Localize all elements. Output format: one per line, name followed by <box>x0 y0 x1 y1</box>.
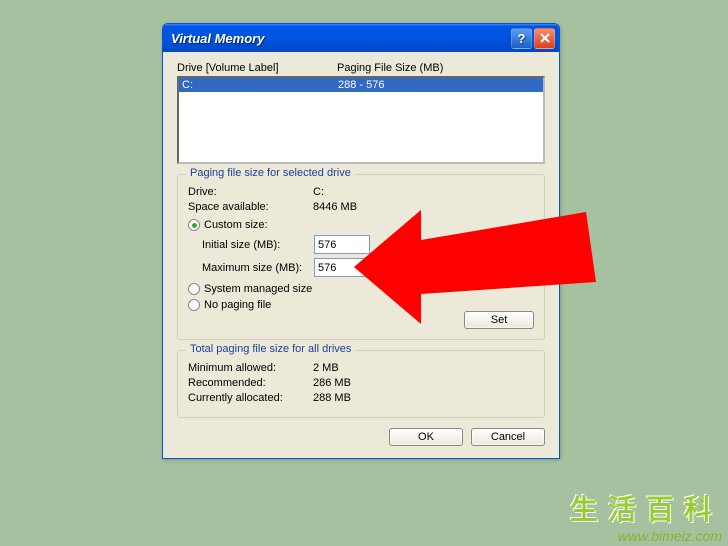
virtual-memory-dialog: Virtual Memory ? Drive [Volume Label] Pa… <box>162 23 560 459</box>
currently-allocated-label: Currently allocated: <box>188 392 313 404</box>
currently-allocated-value: 288 MB <box>313 392 351 404</box>
no-paging-radio[interactable]: No paging file <box>188 299 534 311</box>
watermark-text: 生活百科 <box>570 488 722 528</box>
selected-drive-group: Paging file size for selected drive Driv… <box>177 174 545 340</box>
titlebar[interactable]: Virtual Memory ? <box>163 24 559 52</box>
initial-size-label: Initial size (MB): <box>202 239 314 251</box>
footer-buttons: OK Cancel <box>177 428 545 446</box>
system-managed-label: System managed size <box>204 283 312 295</box>
ok-button[interactable]: OK <box>389 428 463 446</box>
list-item[interactable]: C: 288 - 576 <box>179 78 543 92</box>
total-legend: Total paging file size for all drives <box>186 343 355 355</box>
custom-size-label: Custom size: <box>204 219 268 231</box>
recommended-label: Recommended: <box>188 377 313 389</box>
help-button[interactable]: ? <box>511 28 532 49</box>
custom-size-radio[interactable]: Custom size: <box>188 219 534 231</box>
set-button[interactable]: Set <box>464 311 534 329</box>
maximum-size-label: Maximum size (MB): <box>202 262 314 274</box>
selected-drive-legend: Paging file size for selected drive <box>186 167 355 179</box>
space-available-label: Space available: <box>188 201 313 213</box>
row-drive: C: <box>182 79 338 91</box>
close-button[interactable] <box>534 28 555 49</box>
maximum-size-input[interactable] <box>314 258 370 277</box>
space-available-value: 8446 MB <box>313 201 357 213</box>
radio-icon <box>188 219 200 231</box>
drive-list-headers: Drive [Volume Label] Paging File Size (M… <box>177 62 545 74</box>
header-drive: Drive [Volume Label] <box>177 62 337 74</box>
radio-icon <box>188 299 200 311</box>
total-group: Total paging file size for all drives Mi… <box>177 350 545 418</box>
initial-size-input[interactable] <box>314 235 370 254</box>
drive-listbox[interactable]: C: 288 - 576 <box>177 76 545 164</box>
row-size: 288 - 576 <box>338 79 384 91</box>
drive-label: Drive: <box>188 186 313 198</box>
drive-value: C: <box>313 186 324 198</box>
watermark-url: www.bimeiz.com <box>570 528 722 544</box>
watermark: 生活百科 www.bimeiz.com <box>570 488 722 544</box>
close-icon <box>540 33 550 43</box>
radio-icon <box>188 283 200 295</box>
header-size: Paging File Size (MB) <box>337 62 443 74</box>
recommended-value: 286 MB <box>313 377 351 389</box>
min-allowed-label: Minimum allowed: <box>188 362 313 374</box>
system-managed-radio[interactable]: System managed size <box>188 283 534 295</box>
min-allowed-value: 2 MB <box>313 362 339 374</box>
no-paging-label: No paging file <box>204 299 271 311</box>
dialog-content: Drive [Volume Label] Paging File Size (M… <box>163 52 559 458</box>
window-title: Virtual Memory <box>171 31 509 46</box>
cancel-button[interactable]: Cancel <box>471 428 545 446</box>
